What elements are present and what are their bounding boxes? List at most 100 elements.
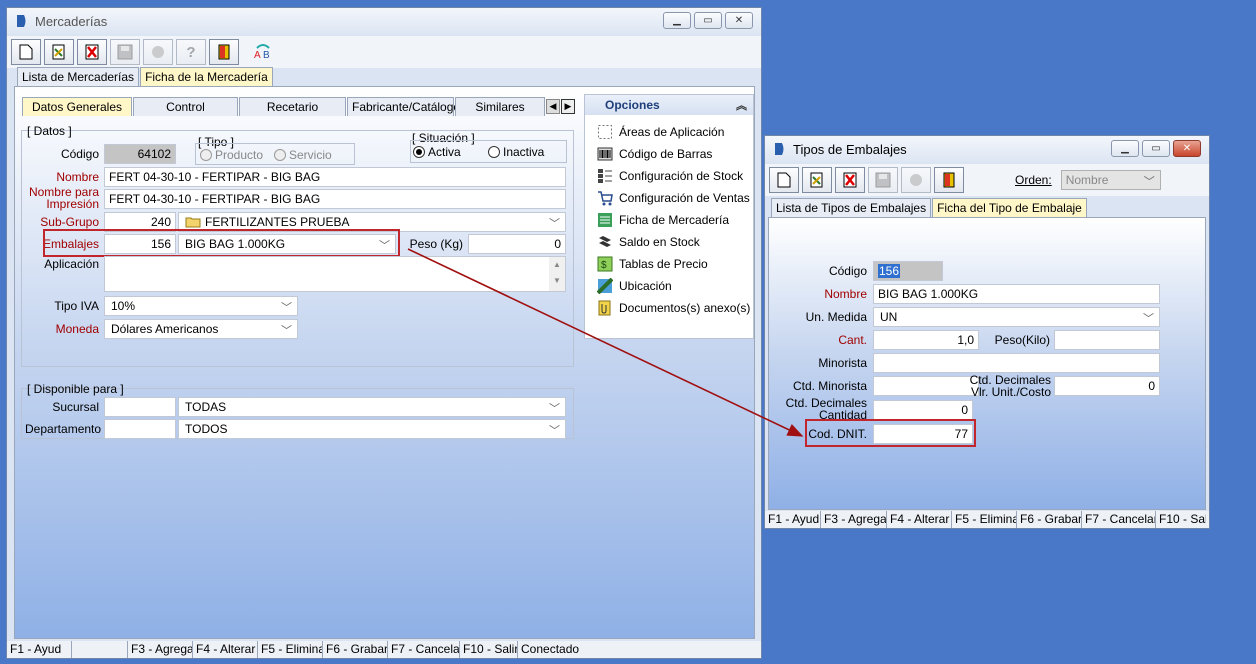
opcion-config-stock[interactable]: Configuración de Stock <box>597 165 753 187</box>
status-blank <box>72 641 128 658</box>
opcion-saldo-stock[interactable]: Saldo en Stock <box>597 231 753 253</box>
subtab-fabricante[interactable]: Fabricante/Catálogo <box>347 97 460 116</box>
collapse-icon[interactable]: ︽ <box>736 97 747 113</box>
tab-lista-tipos-embalajes[interactable]: Lista de Tipos de Embalajes <box>771 198 932 217</box>
emb-codigo-field[interactable]: 156 <box>873 261 943 281</box>
moneda-select[interactable]: Dólares Americanos ﹀ <box>104 319 298 339</box>
status-f3[interactable]: F3 - Agrega <box>128 641 193 658</box>
aplicacion-textarea[interactable]: ▲ ▼ <box>104 256 566 292</box>
tipo-iva-select-value: 10% <box>111 299 136 313</box>
emb-delete-button[interactable] <box>835 167 865 193</box>
opcion-codigo-barras[interactable]: Código de Barras <box>597 143 753 165</box>
emb-ctd-dec-vlr-field[interactable]: 0 <box>1054 376 1160 396</box>
emb-um-label: Un. Medida <box>805 310 867 324</box>
sucursal-code-field[interactable] <box>104 397 176 417</box>
close-button[interactable]: ✕ <box>725 12 753 29</box>
svg-text:B: B <box>263 50 270 61</box>
subtab-scroll-left[interactable]: ◀ <box>546 99 560 114</box>
tab-lista-mercaderias[interactable]: Lista de Mercaderías <box>17 67 140 86</box>
nombre-impresion-field[interactable]: FERT 04-30-10 - FERTIPAR - BIG BAG <box>104 189 566 209</box>
opcion-label: Documentos(s) anexo(s) <box>619 301 751 315</box>
help-button[interactable]: ? <box>176 39 206 65</box>
emb-status-f6[interactable]: F6 - Grabar <box>1017 511 1082 528</box>
title-bar[interactable]: Mercaderías ▁ ▭ ✕ <box>7 8 761 34</box>
emb-exit-button[interactable] <box>934 167 964 193</box>
emb-minorista-field[interactable] <box>873 353 1160 373</box>
disponible-group-title: [ Disponible para ] <box>27 382 124 396</box>
opcion-config-ventas[interactable]: Configuración de Ventas <box>597 187 753 209</box>
emb-status-f1[interactable]: F1 - Ayud <box>765 511 821 528</box>
nombre-field[interactable]: FERT 04-30-10 - FERTIPAR - BIG BAG <box>104 167 566 187</box>
aplicacion-scrollbar[interactable]: ▲ ▼ <box>549 257 565 291</box>
embalajes-highlight-box <box>43 229 400 257</box>
emb-title-bar[interactable]: Tipos de Embalajes ▁ ▭ ✕ <box>765 136 1209 162</box>
emb-minimize-button[interactable]: ▁ <box>1111 140 1139 157</box>
new-button[interactable] <box>11 39 41 65</box>
situacion-activa-radio[interactable]: Activa <box>413 145 461 159</box>
emb-maximize-button[interactable]: ▭ <box>1142 140 1170 157</box>
emb-edit-button[interactable] <box>802 167 832 193</box>
emb-minorista-label: Minorista <box>818 356 867 370</box>
radio-activa-icon <box>413 146 425 158</box>
status-f5[interactable]: F5 - Elimina <box>258 641 323 658</box>
cancel-button[interactable] <box>143 39 173 65</box>
sucursal-select[interactable]: TODAS ﹀ <box>178 397 566 417</box>
tipo-servicio-radio[interactable]: Servicio <box>274 148 332 162</box>
undo-icon <box>152 46 164 58</box>
emb-status-f5[interactable]: F5 - Elimina <box>952 511 1017 528</box>
tab-ficha-mercaderia[interactable]: Ficha de la Mercadería <box>140 67 273 86</box>
emb-nombre-field[interactable]: BIG BAG 1.000KG <box>873 284 1160 304</box>
emb-um-select[interactable]: UN ﹀ <box>873 307 1160 327</box>
opcion-tablas-precio[interactable]: $ Tablas de Precio <box>597 253 753 275</box>
minimize-button[interactable]: ▁ <box>663 12 691 29</box>
status-f10[interactable]: F10 - Salir <box>460 641 518 658</box>
emb-status-f3[interactable]: F3 - Agrega <box>821 511 887 528</box>
save-button[interactable] <box>110 39 140 65</box>
opcion-documentos-anexos[interactable]: Documentos(s) anexo(s) <box>597 297 753 319</box>
emb-close-button[interactable]: ✕ <box>1173 140 1201 157</box>
status-bar: F1 - Ayud F3 - Agrega F4 - Alterar F5 - … <box>7 641 761 658</box>
emb-cant-field[interactable]: 1,0 <box>873 330 979 350</box>
orden-select[interactable]: Nombre ﹀ <box>1060 170 1161 190</box>
emb-status-f10[interactable]: F10 - Sal <box>1156 511 1206 528</box>
maximize-button[interactable]: ▭ <box>694 12 722 29</box>
departamento-code-field[interactable] <box>104 419 176 439</box>
subtab-control[interactable]: Control <box>133 97 238 116</box>
attachment-icon <box>598 300 611 316</box>
chevron-down-icon: ﹀ <box>281 302 292 314</box>
status-f6[interactable]: F6 - Grabar <box>323 641 388 658</box>
tipo-iva-select[interactable]: 10% ﹀ <box>104 296 298 316</box>
delete-button[interactable] <box>77 39 107 65</box>
subtab-similares[interactable]: Similares <box>455 97 545 116</box>
emb-peso-field[interactable] <box>1054 330 1160 350</box>
opcion-ficha-mercaderia[interactable]: Ficha de Mercadería <box>597 209 753 231</box>
subtab-scroll-right[interactable]: ▶ <box>561 99 575 114</box>
situacion-inactiva-radio[interactable]: Inactiva <box>488 145 544 159</box>
emb-ctd-dec-cant-field[interactable]: 0 <box>873 400 973 420</box>
status-f4[interactable]: F4 - Alterar <box>193 641 258 658</box>
sucursal-label: Sucursal <box>52 400 99 414</box>
emb-save-button[interactable] <box>868 167 898 193</box>
opciones-header[interactable]: Opciones ︽ <box>585 95 753 115</box>
codigo-field[interactable]: 64102 <box>104 144 176 164</box>
emb-new-button[interactable] <box>769 167 799 193</box>
status-f1[interactable]: F1 - Ayud <box>7 641 72 658</box>
opcion-areas-aplicacion[interactable]: Áreas de Aplicación <box>597 121 753 143</box>
exit-button[interactable] <box>209 39 239 65</box>
emb-ctd-minorista-field[interactable] <box>873 376 979 396</box>
subtab-datos-generales[interactable]: Datos Generales <box>22 97 132 116</box>
emb-status-f4[interactable]: F4 - Alterar <box>887 511 952 528</box>
tab-ficha-tipo-embalaje[interactable]: Ficha del Tipo de Embalaje <box>932 198 1087 217</box>
emb-status-f7[interactable]: F7 - Cancelar <box>1082 511 1156 528</box>
edit-button[interactable] <box>44 39 74 65</box>
tipo-producto-radio[interactable]: Producto <box>200 148 263 162</box>
subtab-recetario[interactable]: Recetario <box>239 97 346 116</box>
peso-field[interactable]: 0 <box>468 234 566 254</box>
spellcheck-button[interactable]: AB <box>248 39 278 65</box>
departamento-select-value: TODOS <box>185 422 228 436</box>
opcion-ubicacion[interactable]: Ubicación <box>597 275 753 297</box>
status-f7[interactable]: F7 - Cancelar <box>388 641 460 658</box>
tipo-servicio-text: Servicio <box>289 148 332 162</box>
departamento-select[interactable]: TODOS ﹀ <box>178 419 566 439</box>
emb-cancel-button[interactable] <box>901 167 931 193</box>
